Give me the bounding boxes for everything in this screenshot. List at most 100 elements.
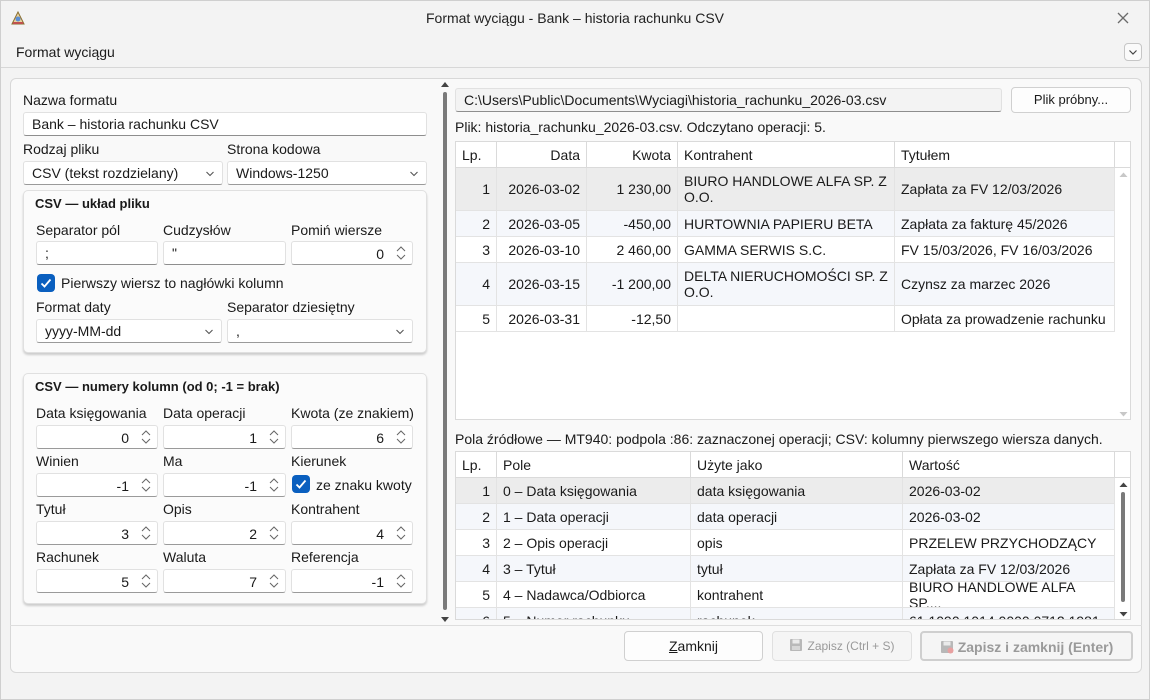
save-button[interactable]: Zapisz (Ctrl + S) <box>772 631 912 661</box>
spinner-arrows-icon[interactable] <box>268 476 280 494</box>
file-path-input[interactable]: C:\Users\Public\Documents\Wyciagi\histor… <box>455 88 1002 112</box>
collapse-button[interactable] <box>1124 43 1142 61</box>
format-name-input[interactable]: Bank – historia rachunku CSV <box>23 112 427 136</box>
column-header-field[interactable]: Pole <box>497 452 691 478</box>
close-button[interactable]: Zamknij <box>624 631 763 661</box>
skip-rows-label: Pomiń wiersze <box>291 222 383 238</box>
decimal-separator-select[interactable]: , <box>227 319 413 343</box>
spinner-arrows-icon[interactable] <box>268 524 280 542</box>
header-row-label[interactable]: Pierwszy wiersz to nagłówki kolumn <box>61 275 284 291</box>
table-row[interactable]: 1 2026-03-02 1 230,00 BIURO HANDLOWE ALF… <box>456 168 1115 211</box>
scroll-up-arrow-icon[interactable] <box>1119 481 1128 489</box>
spinner-arrows-icon[interactable] <box>140 524 152 542</box>
operations-table-scrollbar[interactable] <box>1116 168 1130 419</box>
spinner-arrows-icon[interactable] <box>395 524 407 542</box>
table-row[interactable]: 4 2026-03-15 -1 200,00 DELTA NIERUCHOMOŚ… <box>456 263 1115 306</box>
header-row-checkbox[interactable] <box>37 274 55 292</box>
table-row[interactable]: 5 4 – Nadawca/Odbiorca kontrahent BIURO … <box>456 582 1115 608</box>
spinner-arrows-icon[interactable] <box>395 244 407 262</box>
scroll-up-arrow-icon[interactable] <box>1119 171 1128 179</box>
date-format-select[interactable]: yyyy-MM-dd <box>36 319 222 343</box>
column-header-counterparty[interactable]: Kontrahent <box>678 142 895 168</box>
codepage-select[interactable]: Windows-1250 <box>227 161 427 185</box>
table-row[interactable]: 6 5 – Numer rachunku rachunek 61 1090 10… <box>456 608 1115 619</box>
operations-table[interactable]: Lp. Data Kwota Kontrahent Tytułem 1 2026… <box>455 141 1131 420</box>
table-row[interactable]: 2 1 – Data operacji data operacji 2026-0… <box>456 504 1115 530</box>
col-title-stepper[interactable]: 3 <box>36 521 158 545</box>
spinner-arrows-icon[interactable] <box>140 476 152 494</box>
column-header-filler <box>1115 452 1130 478</box>
col-account-stepper[interactable]: 5 <box>36 569 158 593</box>
col-amount-stepper[interactable]: 6 <box>291 425 413 449</box>
quote-input[interactable]: " <box>163 241 286 265</box>
column-header-amount[interactable]: Kwota <box>587 142 678 168</box>
direction-checkbox[interactable] <box>292 475 310 493</box>
cell-field: 0 – Data księgowania <box>497 478 691 503</box>
table-row[interactable]: 4 3 – Tytuł tytuł Zapłata za FV 12/03/20… <box>456 556 1115 582</box>
table-row[interactable]: 3 2026-03-10 2 460,00 GAMMA SERWIS S.C. … <box>456 237 1115 263</box>
spinner-arrows-icon[interactable] <box>395 572 407 590</box>
close-mnemonic: Z <box>668 638 678 654</box>
cell-used-as: rachunek <box>691 608 903 619</box>
column-header-used-as[interactable]: Użyte jako <box>691 452 903 478</box>
direction-checkbox-label[interactable]: ze znaku kwoty <box>316 477 412 493</box>
column-header-lp[interactable]: Lp. <box>456 452 497 478</box>
cell-field: 3 – Tytuł <box>497 556 691 581</box>
column-header-filler <box>1115 142 1130 168</box>
col-reference-stepper[interactable]: -1 <box>291 569 413 593</box>
col-account-label: Rachunek <box>36 549 100 565</box>
spinner-arrows-icon[interactable] <box>395 428 407 446</box>
table-row[interactable]: 1 0 – Data księgowania data księgowania … <box>456 478 1115 504</box>
save-icon <box>790 639 803 651</box>
skip-rows-value: 0 <box>376 246 384 262</box>
col-posting-date-stepper[interactable]: 0 <box>36 425 158 449</box>
table-row[interactable]: 5 2026-03-31 -12,50 Opłata za prowadzeni… <box>456 306 1115 332</box>
left-pane-scroll-thumb[interactable] <box>443 92 447 610</box>
source-fields-table[interactable]: Lp. Pole Użyte jako Wartość 1 0 – Data k… <box>455 451 1131 620</box>
col-description-label: Opis <box>163 501 192 517</box>
file-type-select[interactable]: CSV (tekst rozdzielany) <box>23 161 223 185</box>
column-header-date[interactable]: Data <box>497 142 587 168</box>
left-pane-scrollbar[interactable] <box>441 81 449 624</box>
column-header-title[interactable]: Tytułem <box>895 142 1115 168</box>
chevron-down-icon <box>205 329 213 335</box>
cell-lp: 2 <box>456 211 497 236</box>
spinner-arrows-icon[interactable] <box>140 428 152 446</box>
cell-value: 61 1090 1014 0000 0712 1981 <box>903 608 1115 619</box>
scroll-down-arrow-icon[interactable] <box>1119 410 1128 418</box>
col-counterparty-stepper[interactable]: 4 <box>291 521 413 545</box>
col-operation-date-stepper[interactable]: 1 <box>163 425 286 449</box>
close-icon[interactable] <box>1111 7 1135 29</box>
col-account-value: 5 <box>121 574 129 590</box>
column-header-value[interactable]: Wartość <box>903 452 1115 478</box>
scroll-up-arrow-icon[interactable] <box>441 81 449 89</box>
cell-title: Zapłata za fakturę 45/2026 <box>895 211 1115 236</box>
fields-table-scrollbar[interactable] <box>1116 478 1130 619</box>
col-debit-stepper[interactable]: -1 <box>36 473 158 497</box>
fields-table-scroll-thumb[interactable] <box>1121 492 1125 602</box>
col-credit-stepper[interactable]: -1 <box>163 473 286 497</box>
skip-rows-stepper[interactable]: 0 <box>291 241 413 265</box>
field-separator-input[interactable]: ; <box>36 241 158 265</box>
table-row[interactable]: 3 2 – Opis operacji opis PRZELEW PRZYCHO… <box>456 530 1115 556</box>
scroll-down-arrow-icon[interactable] <box>441 615 449 623</box>
cell-value: 2026-03-02 <box>903 478 1115 503</box>
col-description-stepper[interactable]: 2 <box>163 521 286 545</box>
col-currency-stepper[interactable]: 7 <box>163 569 286 593</box>
spinner-arrows-icon[interactable] <box>268 572 280 590</box>
cell-title: Opłata za prowadzenie rachunku <box>895 306 1115 331</box>
table-row[interactable]: 2 2026-03-05 -450,00 HURTOWNIA PAPIERU B… <box>456 211 1115 237</box>
column-header-lp[interactable]: Lp. <box>456 142 497 168</box>
spinner-arrows-icon[interactable] <box>140 572 152 590</box>
save-and-close-button[interactable]: Zapisz i zamknij (Enter) <box>920 631 1133 661</box>
chevron-down-icon <box>1129 50 1137 55</box>
cell-used-as: kontrahent <box>691 582 903 607</box>
spinner-arrows-icon[interactable] <box>268 428 280 446</box>
col-title-value: 3 <box>121 526 129 542</box>
col-amount-value: 6 <box>376 430 384 446</box>
cell-amount: -12,50 <box>587 306 678 331</box>
cell-date: 2026-03-15 <box>497 263 587 305</box>
scroll-down-arrow-icon[interactable] <box>1119 610 1128 618</box>
col-counterparty-label: Kontrahent <box>291 501 360 517</box>
sample-file-button[interactable]: Plik próbny... <box>1011 87 1131 113</box>
